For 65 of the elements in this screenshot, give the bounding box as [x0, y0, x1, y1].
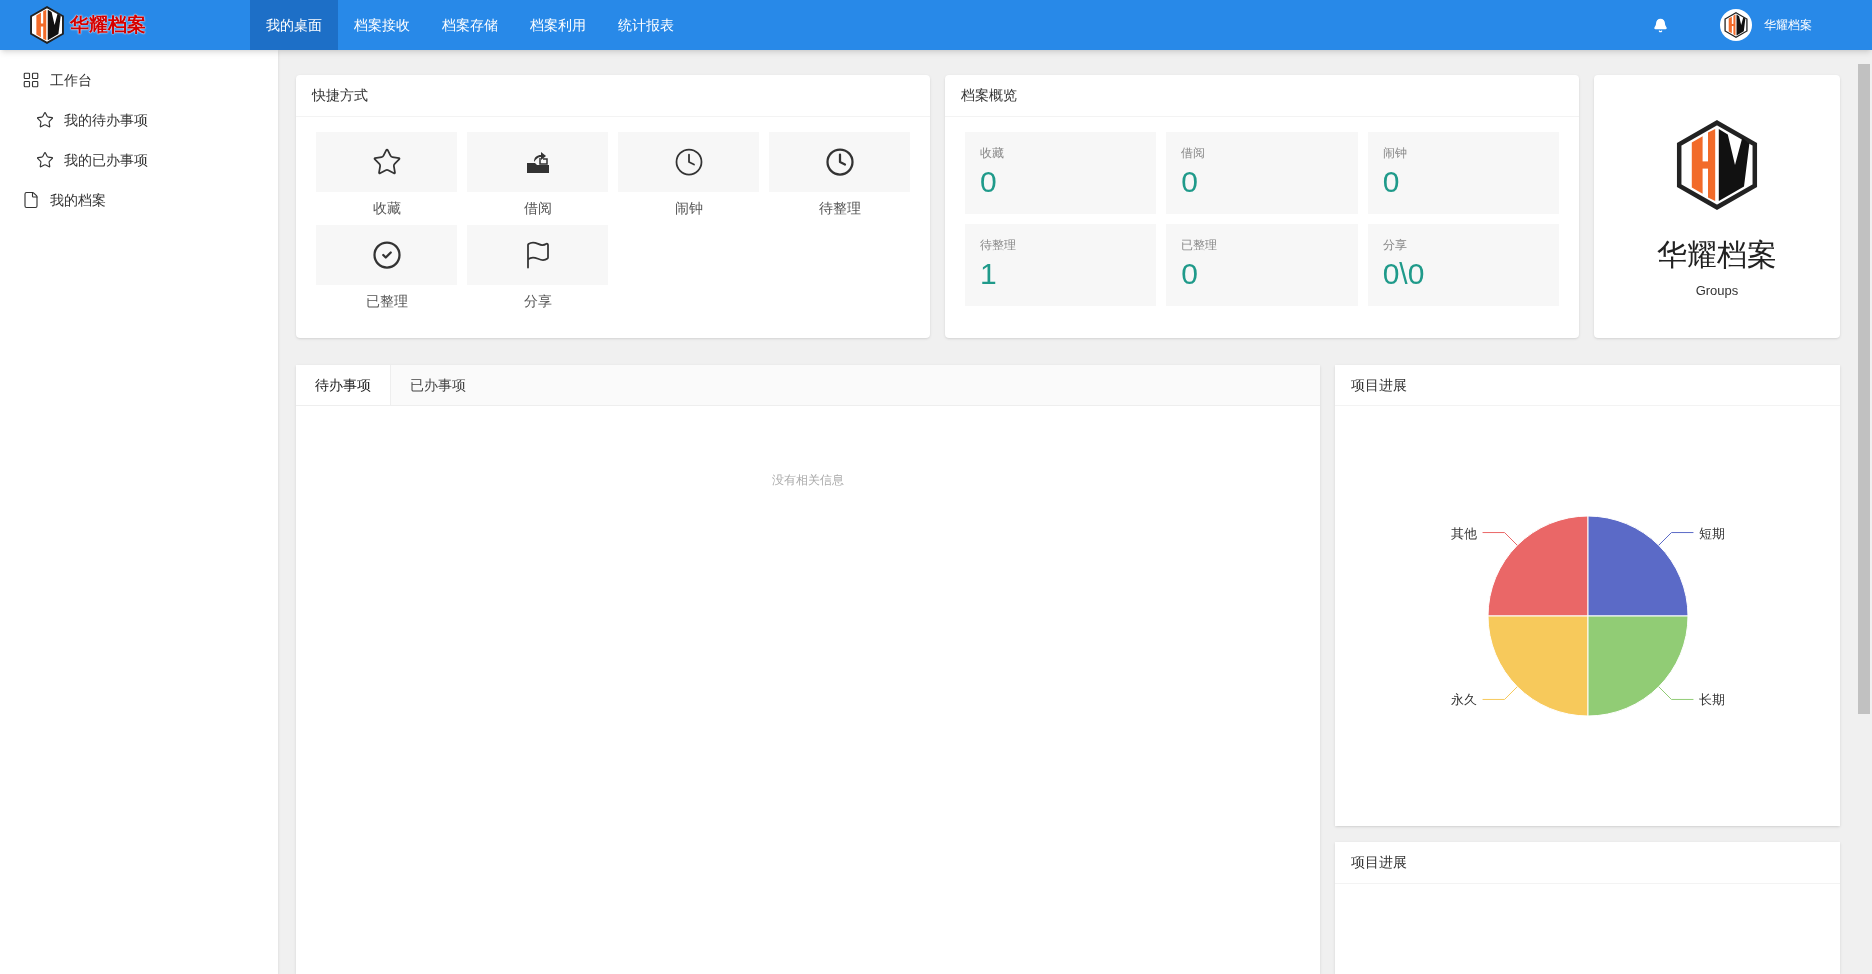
avatar-logo-icon: [1723, 12, 1749, 38]
leader-line: [1481, 532, 1518, 546]
stat-value: 0: [980, 164, 998, 200]
file-icon: [22, 191, 40, 209]
clock-icon: [824, 147, 855, 177]
clock-icon: [673, 147, 704, 177]
nav-tab[interactable]: 档案存储: [426, 0, 514, 50]
brand-subtitle: Groups: [1695, 282, 1739, 300]
stat-value: 0: [1382, 164, 1401, 200]
slice-label: 永久: [1450, 692, 1477, 708]
card-title: 项目进展: [1351, 375, 1407, 395]
grid-icon: [22, 71, 40, 89]
user-avatar[interactable]: [1720, 9, 1752, 41]
stat-label: 已整理: [1181, 237, 1219, 254]
shortcut-label: 闹钟: [674, 199, 703, 218]
stat-label: 借阅: [1181, 145, 1207, 162]
empty-message: 没有相关信息: [772, 472, 844, 489]
check-circle-icon: [371, 240, 402, 270]
stat-value: 0\0: [1382, 256, 1426, 292]
card-title: 档案概览: [961, 86, 1017, 105]
brand-name: 华耀档案: [70, 12, 146, 37]
leader-line: [1657, 686, 1694, 700]
shortcut-tile[interactable]: [618, 132, 759, 192]
logo-icon: [28, 6, 66, 44]
slice-label: 其他: [1450, 525, 1477, 541]
sidebar-item[interactable]: 我的档案: [0, 180, 278, 220]
tab[interactable]: 已办事项: [391, 365, 485, 405]
shortcut-tile[interactable]: [467, 225, 608, 285]
shortcut-tile[interactable]: [769, 132, 910, 192]
shortcut-label: 待整理: [818, 199, 861, 218]
shortcut-label: 已整理: [365, 292, 408, 311]
shortcut-label: 借阅: [523, 199, 552, 218]
notification-bell-icon[interactable]: [1653, 17, 1668, 33]
tab[interactable]: 待办事项: [296, 365, 391, 405]
stat-label: 待整理: [980, 237, 1017, 254]
star-icon: [36, 111, 54, 129]
stat-value: 1: [980, 256, 998, 292]
card-title: 项目进展: [1351, 853, 1407, 872]
stat-value: 0: [1181, 256, 1199, 292]
nav-tab[interactable]: 统计报表: [602, 0, 690, 50]
star-icon: [371, 147, 402, 177]
shortcut-tile[interactable]: [316, 225, 457, 285]
stat-label: 收藏: [980, 145, 1005, 162]
leader-line: [1657, 532, 1694, 546]
shortcut-label: 收藏: [372, 199, 401, 218]
shortcut-tile[interactable]: [467, 132, 608, 192]
nav-tab[interactable]: 档案接收: [338, 0, 426, 50]
stat-label: 分享: [1382, 237, 1408, 254]
shortcut-label: 分享: [523, 292, 552, 311]
stat-value: 0: [1181, 164, 1199, 200]
nav-tab[interactable]: 我的桌面: [250, 0, 338, 50]
sidebar-item[interactable]: 工作台: [0, 60, 278, 100]
shortcut-tile[interactable]: [316, 132, 457, 192]
slice-label: 长期: [1698, 692, 1725, 708]
sidebar-item[interactable]: 我的已办事项: [0, 140, 278, 180]
brand-title: 华耀档案: [1657, 237, 1777, 273]
slice-label: 短期: [1698, 525, 1725, 541]
stat-label: 闹钟: [1382, 145, 1408, 162]
folder-arrow-icon: [524, 149, 551, 175]
leader-line: [1481, 686, 1518, 700]
nav-tab[interactable]: 档案利用: [514, 0, 602, 50]
user-name[interactable]: 华耀档案: [1764, 16, 1812, 34]
card-title: 快捷方式: [312, 86, 368, 105]
sidebar-item[interactable]: 我的待办事项: [0, 100, 278, 140]
star-icon: [36, 151, 54, 169]
